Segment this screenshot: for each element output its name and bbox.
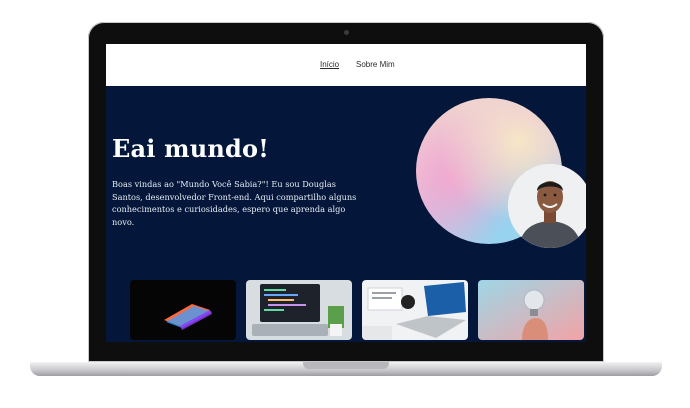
code-editor-image — [246, 280, 352, 340]
article-card-1[interactable] — [130, 280, 236, 340]
laptop-glow-image — [130, 280, 236, 340]
hero-intro-text: Boas vindas ao "Mundo Você Sabia?"! Eu s… — [112, 179, 357, 227]
navbar: Início Sobre Mim — [106, 44, 586, 86]
person-photo — [508, 164, 586, 248]
article-card-3[interactable] — [362, 280, 468, 340]
webcam-icon — [344, 30, 349, 35]
nav-link-inicio[interactable]: Início — [320, 60, 339, 69]
article-card-2[interactable] — [246, 280, 352, 340]
lightbulb-image — [478, 280, 584, 340]
desk-laptop-image — [362, 280, 468, 340]
browser-viewport: Início Sobre Mim Eai mundo! Boas vindas … — [106, 44, 586, 342]
article-cards — [130, 280, 586, 342]
hero-title: Eai mundo! — [112, 134, 269, 163]
laptop-notch — [303, 362, 389, 369]
nav-link-sobre-mim[interactable]: Sobre Mim — [356, 60, 395, 69]
avatar — [508, 164, 586, 248]
article-card-4[interactable] — [478, 280, 584, 340]
